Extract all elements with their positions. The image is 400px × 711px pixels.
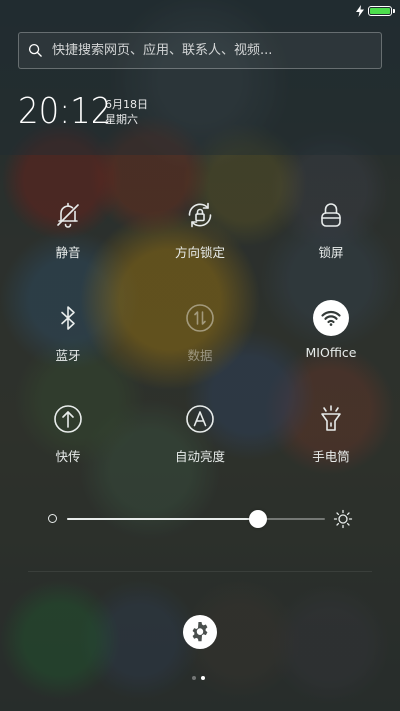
toggle-lock-screen[interactable]: 锁屏 [271, 197, 391, 261]
page-dot [201, 676, 205, 680]
toggle-auto-brightness-label: 自动亮度 [174, 449, 225, 464]
toggle-quick-transfer[interactable]: 快传 [8, 401, 128, 465]
brightness-low-icon [48, 514, 57, 523]
mobile-data-icon [186, 304, 214, 332]
toggle-flashlight-label: 手电筒 [312, 449, 350, 464]
brightness-high-icon [333, 509, 353, 529]
transfer-icon [54, 405, 82, 433]
toggle-rotation-lock[interactable]: 方向锁定 [140, 197, 260, 261]
settings-button[interactable] [183, 615, 217, 649]
toggle-wifi-label: MIOffice [305, 345, 357, 360]
brightness-fill [67, 518, 258, 520]
search-input[interactable] [52, 43, 381, 58]
battery-level [370, 8, 390, 14]
brightness-thumb[interactable] [248, 510, 267, 528]
toggle-rotation-lock-label: 方向锁定 [174, 245, 225, 260]
lock-icon [321, 203, 341, 227]
page-dot [192, 676, 196, 680]
toggle-mute[interactable]: 静音 [8, 197, 128, 261]
brightness-track[interactable] [67, 518, 325, 520]
status-bar [355, 4, 395, 18]
toggle-mobile-data-label: 数据 [187, 348, 213, 363]
flashlight-icon [321, 405, 341, 431]
divider [28, 571, 372, 572]
search-bar[interactable] [18, 32, 382, 69]
wifi-icon [321, 310, 341, 326]
date-text: 6月18日 [105, 98, 148, 111]
toggle-lock-screen-label: 锁屏 [318, 245, 344, 260]
toggle-bluetooth[interactable]: 蓝牙 [8, 300, 128, 364]
toggle-bluetooth-label: 蓝牙 [55, 348, 81, 363]
brightness-slider[interactable] [46, 508, 356, 530]
page-indicator [192, 676, 205, 680]
gear-icon [192, 622, 208, 642]
charging-bolt-icon [356, 5, 364, 17]
toggle-mobile-data[interactable]: 数据 [140, 300, 260, 364]
clock-date[interactable]: 6月18日 星期六 [105, 97, 148, 127]
clock-time[interactable]: 20:12 [18, 92, 111, 132]
toggle-wifi[interactable]: MIOffice [271, 300, 391, 360]
toggle-mute-label: 静音 [55, 245, 81, 260]
wifi-active-indicator [313, 300, 349, 336]
battery-icon [368, 6, 395, 16]
rotation-lock-icon [188, 202, 212, 228]
toggle-auto-brightness[interactable]: 自动亮度 [140, 401, 260, 465]
toggle-quick-transfer-label: 快传 [55, 449, 81, 464]
toggle-flashlight[interactable]: 手电筒 [271, 401, 391, 465]
bell-off-icon [57, 202, 79, 228]
bluetooth-icon [61, 306, 75, 330]
weekday-text: 星期六 [105, 113, 138, 126]
auto-brightness-icon [186, 405, 214, 433]
search-icon [28, 43, 42, 57]
